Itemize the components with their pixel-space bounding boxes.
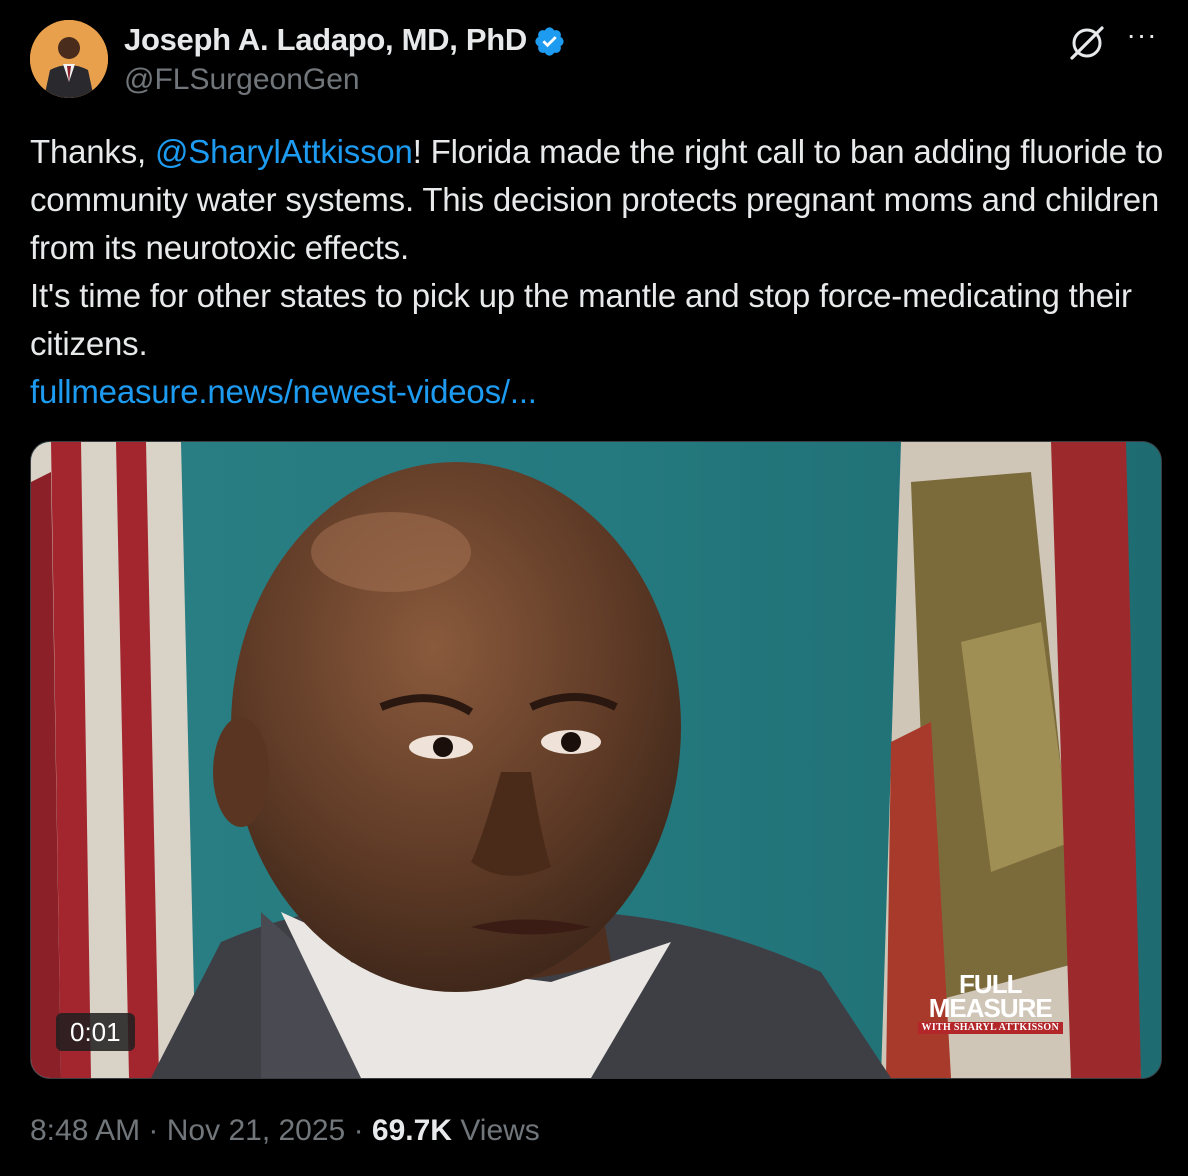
tweet-time[interactable]: 8:48 AM	[30, 1114, 140, 1147]
profile-photo	[30, 20, 108, 98]
tweet-prefix: Thanks,	[30, 133, 155, 170]
us-flag	[31, 442, 196, 1078]
meta-separator: ·	[148, 1114, 159, 1147]
grok-icon	[1070, 26, 1104, 60]
article-link[interactable]: fullmeasure.news/newest-videos/...	[30, 373, 537, 410]
video-player[interactable]: 0:01 FULL MEASURE WITH SHARYL ATTKISSON	[30, 441, 1162, 1079]
tweet-date[interactable]: Nov 21, 2025	[167, 1114, 345, 1147]
mention-link[interactable]: @SharylAttkisson	[155, 133, 413, 170]
tweet-meta: 8:48 AM · Nov 21, 2025 · 69.7K Views	[30, 1114, 540, 1148]
tweet-paragraph-2: It's time for other states to pick up th…	[30, 277, 1132, 362]
views-count: 69.7K	[371, 1114, 452, 1147]
more-options-button[interactable]: ···	[1120, 20, 1164, 60]
video-duration-badge: 0:01	[56, 1013, 135, 1051]
avatar[interactable]	[30, 20, 108, 98]
watermark-line-3: WITH SHARYL ATTKISSON	[917, 1022, 1063, 1034]
meta-separator: ·	[353, 1114, 364, 1147]
author-handle[interactable]: @FLSurgeonGen	[124, 63, 360, 97]
tweet-paragraph-1: Thanks, @SharylAttkisson! Florida made t…	[30, 128, 1170, 272]
author-name[interactable]: Joseph A. Ladapo, MD, PhD	[124, 22, 527, 58]
watermark-line-2: MEASURE	[928, 993, 1053, 1023]
verified-badge-icon	[535, 26, 564, 56]
grok-button[interactable]	[1066, 22, 1108, 64]
tweet-text: Thanks, @SharylAttkisson! Florida made t…	[30, 128, 1170, 416]
views-label: Views	[460, 1114, 540, 1147]
full-measure-watermark: FULL MEASURE WITH SHARYL ATTKISSON	[917, 971, 1063, 1034]
display-name-row[interactable]: Joseph A. Ladapo, MD, PhD	[124, 22, 566, 58]
